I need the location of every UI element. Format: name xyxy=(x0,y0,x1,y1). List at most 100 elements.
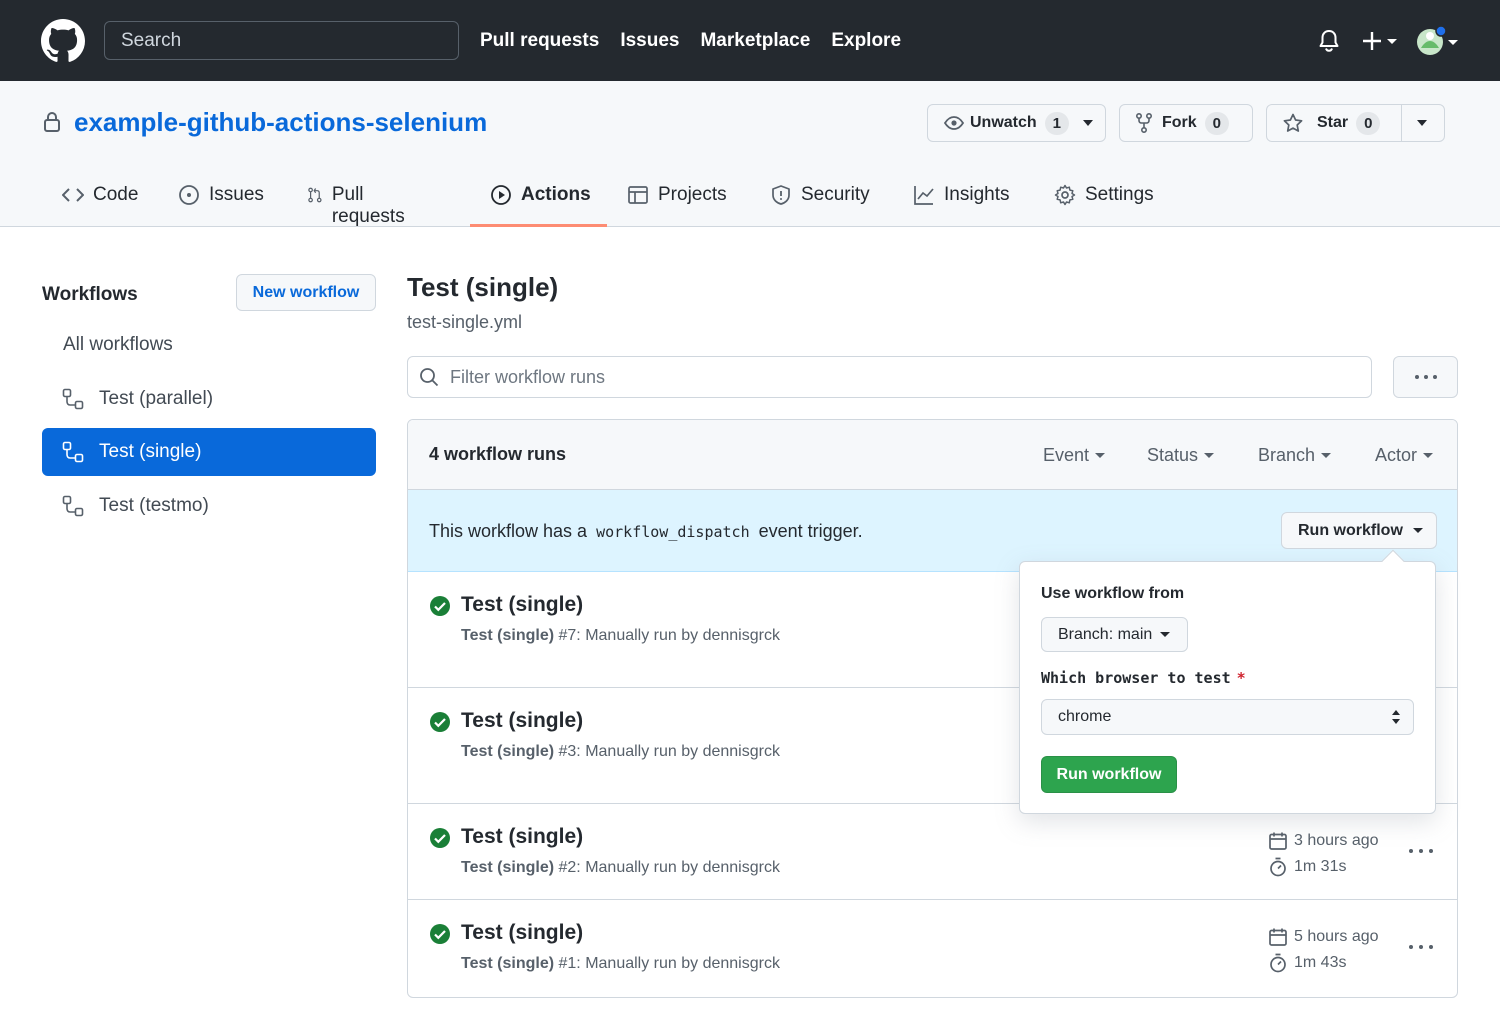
run-time: 3 hours ago xyxy=(1294,832,1379,849)
bell-icon[interactable] xyxy=(1318,29,1340,53)
run-title[interactable]: Test (single) xyxy=(461,709,583,733)
new-workflow-button[interactable]: New workflow xyxy=(236,274,376,311)
browser-input-label: Which browser to test * xyxy=(1041,669,1246,687)
caret-down-icon xyxy=(1160,632,1171,637)
star-label: Star xyxy=(1317,114,1349,131)
branch-select-button[interactable]: Branch: main xyxy=(1041,617,1188,652)
kebab-horizontal-icon[interactable] xyxy=(1408,846,1434,856)
star-icon xyxy=(1283,113,1303,133)
tab-pull-requests[interactable]: Pull requests xyxy=(307,176,411,227)
button-divider xyxy=(1401,105,1402,141)
dispatch-text-after: event trigger. xyxy=(758,521,863,541)
play-icon xyxy=(491,185,511,205)
run-time: 5 hours ago xyxy=(1294,928,1379,945)
repo-name-link[interactable]: example-github-actions-selenium xyxy=(74,107,487,138)
chevron-down-icon xyxy=(1083,120,1094,126)
dispatch-text-before: This workflow has a xyxy=(429,521,588,541)
sidebar-item-test-parallel[interactable]: Test (parallel) xyxy=(42,375,376,423)
run-duration: 1m 31s xyxy=(1294,858,1347,875)
all-workflows-link[interactable]: All workflows xyxy=(63,334,173,356)
run-detail: Test (single) #3: Manually run by dennis… xyxy=(461,743,780,761)
run-workflow-dropdown-button[interactable]: Run workflow xyxy=(1281,512,1437,549)
graph-icon xyxy=(914,186,934,205)
caret-down-icon xyxy=(1204,453,1215,458)
tab-code[interactable]: Code xyxy=(62,176,138,227)
kebab-horizontal-icon xyxy=(1414,375,1437,379)
sidebar-item-label: Test (parallel) xyxy=(99,388,214,409)
select-updown-icon xyxy=(1392,710,1400,724)
tab-issues[interactable]: Issues xyxy=(178,176,264,227)
tab-insights[interactable]: Insights xyxy=(913,176,1009,227)
dispatch-code: workflow_dispatch xyxy=(596,523,750,541)
tab-security[interactable]: Security xyxy=(770,176,870,227)
global-header: Search Pull requests Issues Marketplace … xyxy=(0,0,1500,81)
nav-pull-requests[interactable]: Pull requests xyxy=(480,30,599,52)
sidebar-item-test-single[interactable]: Test (single) xyxy=(42,428,376,476)
check-circle-icon xyxy=(430,596,450,616)
run-detail: Test (single) #7: Manually run by dennis… xyxy=(461,627,780,645)
run-workflow-popover: Use workflow from Branch: main Which bro… xyxy=(1019,561,1436,814)
unwatch-button[interactable]: Unwatch 1 xyxy=(927,104,1106,142)
eye-icon xyxy=(944,115,964,131)
browser-select[interactable]: chrome xyxy=(1041,699,1414,735)
lock-icon xyxy=(42,111,62,133)
status-filter[interactable]: Status xyxy=(1147,445,1215,466)
git-pull-request-icon xyxy=(308,187,322,203)
plus-icon[interactable] xyxy=(1361,29,1401,53)
run-duration: 1m 43s xyxy=(1294,954,1347,971)
run-title[interactable]: Test (single) xyxy=(461,593,583,617)
check-circle-icon xyxy=(430,828,450,848)
run-title[interactable]: Test (single) xyxy=(461,825,583,849)
run-workflow-name: Test (single) xyxy=(461,743,555,760)
nav-issues[interactable]: Issues xyxy=(620,30,679,52)
star-button[interactable]: Star 0 xyxy=(1266,104,1445,142)
shield-icon xyxy=(772,185,790,205)
calendar-icon xyxy=(1269,928,1287,946)
search-input[interactable]: Search xyxy=(104,21,459,60)
event-filter[interactable]: Event xyxy=(1043,445,1106,466)
nav-explore[interactable]: Explore xyxy=(831,30,901,52)
workflow-file-link[interactable]: test-single.yml xyxy=(407,312,522,333)
fork-button[interactable]: Fork 0 xyxy=(1119,104,1253,142)
dispatch-banner: This workflow has a workflow_dispatch ev… xyxy=(408,490,1457,572)
stopwatch-icon xyxy=(1270,857,1286,877)
run-title[interactable]: Test (single) xyxy=(461,921,583,945)
nav-marketplace[interactable]: Marketplace xyxy=(700,30,810,52)
table-row[interactable]: Test (single) Test (single) #2: Manually… xyxy=(408,804,1457,900)
github-logo-icon[interactable] xyxy=(41,19,85,63)
fork-label: Fork xyxy=(1162,114,1197,131)
run-workflow-name: Test (single) xyxy=(461,955,555,972)
run-workflow-name: Test (single) xyxy=(461,627,555,644)
actor-filter-label: Actor xyxy=(1375,445,1418,465)
tab-pull-requests-label: Pull requests xyxy=(331,184,405,227)
run-meta: 3 hours ago 1m 31s xyxy=(1268,828,1379,880)
caret-down-icon xyxy=(1095,453,1106,458)
filter-runs-input[interactable]: Filter workflow runs xyxy=(407,356,1372,398)
repo-header: example-github-actions-selenium Unwatch … xyxy=(0,81,1500,227)
kebab-horizontal-icon[interactable] xyxy=(1408,942,1434,952)
tab-security-label: Security xyxy=(801,184,870,205)
run-workflow-submit-button[interactable]: Run workflow xyxy=(1041,756,1177,793)
sidebar-item-label: Test (single) xyxy=(99,441,202,462)
star-counter: 0 xyxy=(1356,111,1381,135)
tab-projects[interactable]: Projects xyxy=(627,176,727,227)
more-options-button[interactable] xyxy=(1393,356,1458,398)
tab-actions[interactable]: Actions xyxy=(490,176,591,227)
table-icon xyxy=(628,186,648,204)
run-workflow-name: Test (single) xyxy=(461,859,555,876)
workflow-icon xyxy=(62,388,84,410)
search-icon xyxy=(420,368,439,387)
workflow-icon xyxy=(62,441,84,463)
table-row[interactable]: Test (single) Test (single) #1: Manually… xyxy=(408,900,1457,997)
check-circle-icon xyxy=(430,924,450,944)
fork-icon xyxy=(1136,113,1152,133)
actor-filter[interactable]: Actor xyxy=(1375,445,1434,466)
branch-filter[interactable]: Branch xyxy=(1258,445,1332,466)
chevron-down-icon[interactable] xyxy=(1417,120,1427,126)
run-meta: 5 hours ago 1m 43s xyxy=(1268,924,1379,976)
runs-header: 4 workflow runs Event Status Branch Acto… xyxy=(408,420,1457,490)
branch-select-label: Branch: main xyxy=(1058,625,1153,643)
avatar[interactable] xyxy=(1415,26,1461,58)
sidebar-item-test-testmo[interactable]: Test (testmo) xyxy=(42,482,376,530)
tab-settings[interactable]: Settings xyxy=(1054,176,1154,227)
